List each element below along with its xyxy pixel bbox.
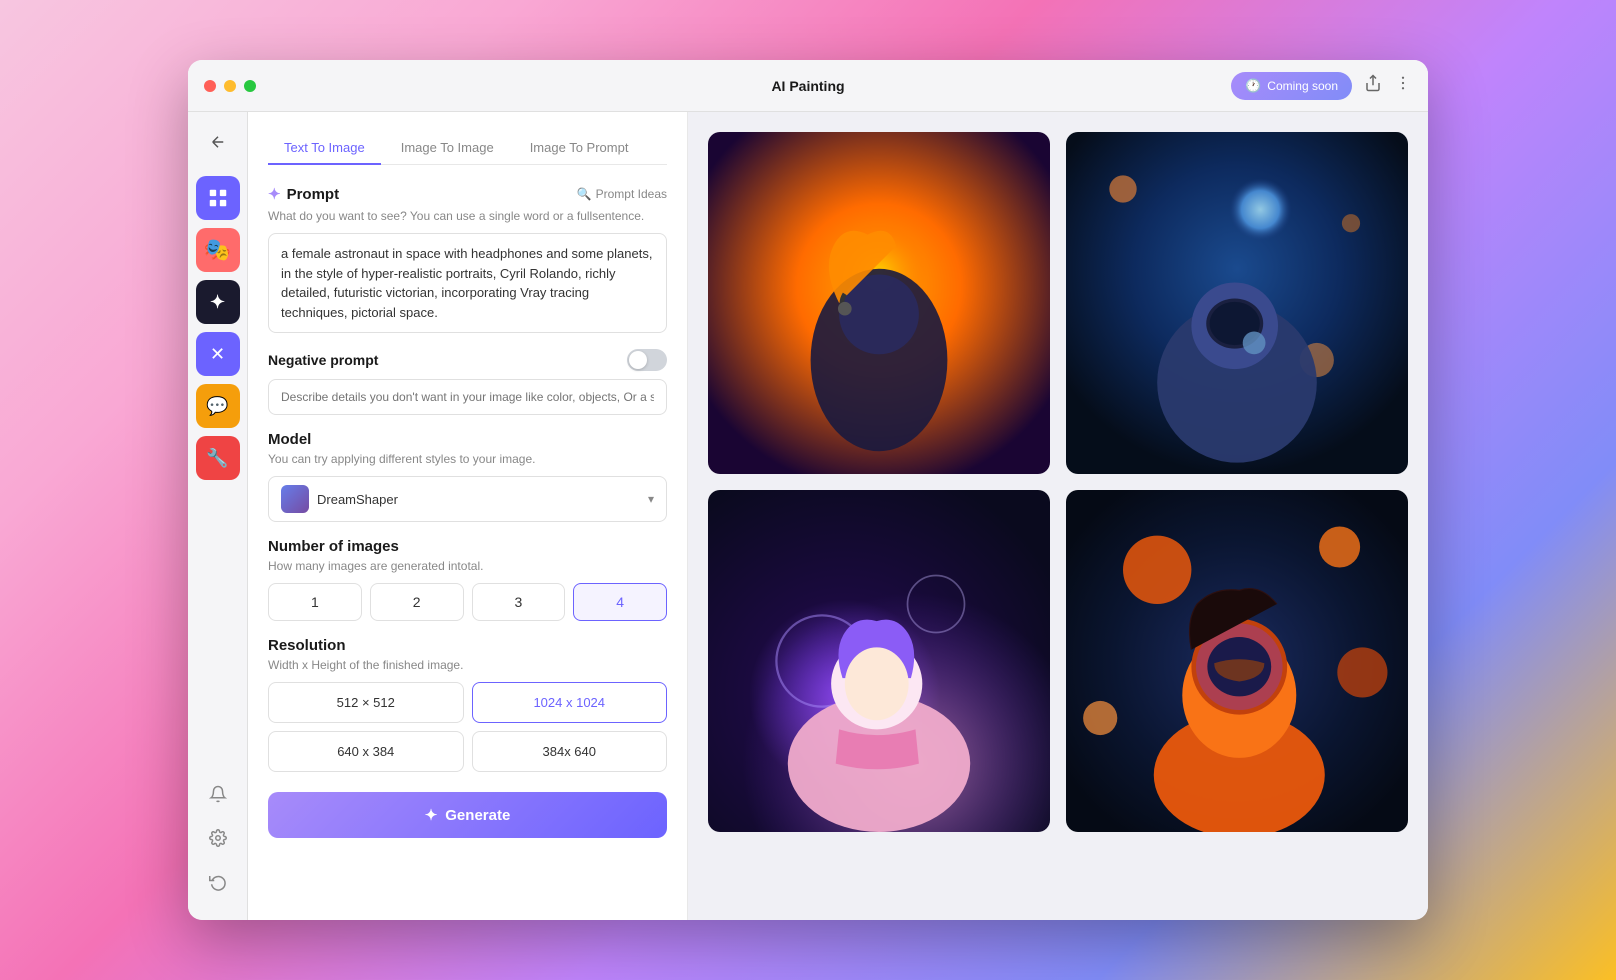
- minimize-button[interactable]: [224, 80, 236, 92]
- model-title: Model: [268, 431, 667, 448]
- generate-button[interactable]: ✦ Generate: [268, 792, 667, 838]
- sidebar-item-ai[interactable]: ✦: [196, 280, 240, 324]
- sidebar: 🎭 ✦ ✕ 💬 🔧: [188, 112, 248, 920]
- resolution-title: Resolution: [268, 637, 667, 654]
- res-btn-1024[interactable]: 1024 x 1024: [472, 682, 668, 723]
- sidebar-bottom: [200, 776, 236, 908]
- tab-text-to-image[interactable]: Text To Image: [268, 132, 381, 165]
- num-btn-1[interactable]: 1: [268, 583, 362, 621]
- app-window: AI Painting 🕐 Coming soon: [188, 60, 1428, 920]
- prompt-description: What do you want to see? You can use a s…: [268, 209, 667, 223]
- chevron-down-icon: ▾: [648, 492, 654, 506]
- model-name: DreamShaper: [317, 492, 640, 507]
- generate-sparkle-icon: ✦: [425, 806, 438, 824]
- close-button[interactable]: [204, 80, 216, 92]
- titlebar-actions: 🕐 Coming soon: [1231, 72, 1412, 100]
- negative-prompt-title: Negative prompt: [268, 352, 378, 368]
- model-thumbnail: [281, 485, 309, 513]
- tab-image-to-image[interactable]: Image To Image: [385, 132, 510, 165]
- maximize-button[interactable]: [244, 80, 256, 92]
- tabs: Text To Image Image To Image Image To Pr…: [268, 132, 667, 165]
- num-images-grid: 1 2 3 4: [268, 583, 667, 621]
- resolution-description: Width x Height of the finished image.: [268, 658, 667, 672]
- settings-icon[interactable]: [200, 820, 236, 856]
- negative-prompt-toggle[interactable]: [627, 349, 667, 371]
- prompt-title: ✦ Prompt: [268, 185, 339, 203]
- sparkle-icon: ✦: [268, 185, 281, 203]
- image-card-2[interactable]: [1066, 132, 1408, 474]
- num-images-description: How many images are generated intotal.: [268, 559, 667, 573]
- right-panel: [688, 112, 1428, 920]
- titlebar: AI Painting 🕐 Coming soon: [188, 60, 1428, 112]
- prompt-header: ✦ Prompt 🔍 Prompt Ideas: [268, 185, 667, 203]
- tab-image-to-prompt[interactable]: Image To Prompt: [514, 132, 645, 165]
- sidebar-item-tools[interactable]: 🔧: [196, 436, 240, 480]
- res-btn-512[interactable]: 512 × 512: [268, 682, 464, 723]
- image-card-3[interactable]: [708, 490, 1050, 832]
- images-grid: [708, 132, 1408, 832]
- image-card-4[interactable]: [1066, 490, 1408, 832]
- num-images-title: Number of images: [268, 538, 667, 555]
- image-card-1[interactable]: [708, 132, 1050, 474]
- bell-icon[interactable]: [200, 776, 236, 812]
- prompt-textarea[interactable]: a female astronaut in space with headpho…: [268, 233, 667, 333]
- left-panel: Text To Image Image To Image Image To Pr…: [248, 112, 688, 920]
- model-description: You can try applying different styles to…: [268, 452, 667, 466]
- num-btn-4[interactable]: 4: [573, 583, 667, 621]
- resolution-grid: 512 × 512 1024 x 1024 640 x 384 384x 640: [268, 682, 667, 772]
- coming-soon-badge: 🕐 Coming soon: [1231, 72, 1352, 100]
- traffic-lights: [204, 80, 256, 92]
- share-icon[interactable]: [1364, 74, 1382, 97]
- more-icon[interactable]: [1394, 74, 1412, 97]
- negative-prompt-input[interactable]: [268, 379, 667, 415]
- model-select[interactable]: DreamShaper ▾: [268, 476, 667, 522]
- sidebar-item-face[interactable]: 🎭: [196, 228, 240, 272]
- clock-icon: 🕐: [1245, 78, 1261, 94]
- refresh-icon[interactable]: [200, 864, 236, 900]
- res-btn-640x384[interactable]: 640 x 384: [268, 731, 464, 772]
- sidebar-item-xform[interactable]: ✕: [196, 332, 240, 376]
- num-btn-3[interactable]: 3: [472, 583, 566, 621]
- main-layout: 🎭 ✦ ✕ 💬 🔧: [188, 112, 1428, 920]
- prompt-ideas-link[interactable]: 🔍 Prompt Ideas: [577, 187, 667, 201]
- negative-prompt-header: Negative prompt: [268, 349, 667, 371]
- sidebar-item-grid[interactable]: [196, 176, 240, 220]
- sidebar-back-button[interactable]: [200, 124, 236, 160]
- num-btn-2[interactable]: 2: [370, 583, 464, 621]
- sidebar-item-chat[interactable]: 💬: [196, 384, 240, 428]
- window-title: AI Painting: [771, 78, 844, 94]
- search-icon: 🔍: [577, 187, 592, 201]
- res-btn-384x640[interactable]: 384x 640: [472, 731, 668, 772]
